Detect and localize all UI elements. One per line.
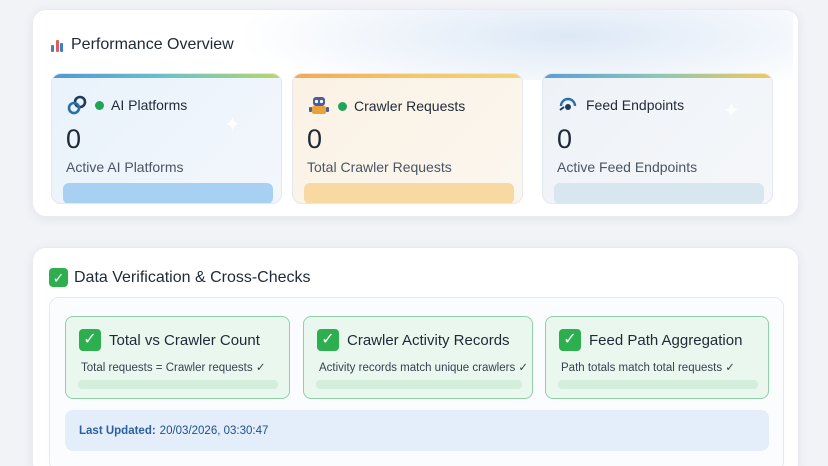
card-progress-bar <box>554 183 764 203</box>
card-title: AI Platforms <box>111 97 188 113</box>
stat-card-crawler-requests: Crawler Requests 0 Total Crawler Request… <box>292 73 523 204</box>
robot-icon <box>309 97 329 114</box>
check-description: Activity records match unique crawlers ✓ <box>319 362 529 374</box>
data-verification-label: Data Verification & Cross-Checks <box>74 268 311 286</box>
check-progress-bar <box>316 380 522 389</box>
card-progress-bar <box>304 183 514 203</box>
check-icon: ✓ <box>49 268 68 287</box>
check-icon: ✓ <box>559 329 581 351</box>
last-updated-label: Last Updated: <box>79 424 156 437</box>
check-icon: ✓ <box>79 329 101 351</box>
last-updated-value: 20/03/2026, 03:30:47 <box>159 424 269 437</box>
performance-overview-title: Performance Overview <box>51 36 234 54</box>
check-title: Total vs Crawler Count <box>109 331 260 349</box>
sparkle-decoration: ✦ <box>224 114 241 136</box>
sparkle-decoration: ✦ <box>723 100 740 122</box>
card-title: Feed Endpoints <box>586 97 685 113</box>
card-subtitle: Active Feed Endpoints <box>557 159 698 175</box>
check-description: Path totals match total requests ✓ <box>561 362 735 374</box>
card-value: 0 <box>307 124 323 154</box>
check-icon: ✓ <box>317 329 339 351</box>
check-card-feed-path: ✓ Feed Path Aggregation Path totals matc… <box>545 316 769 399</box>
card-value: 0 <box>557 124 573 154</box>
card-subtitle: Total Crawler Requests <box>307 159 452 175</box>
stat-card-ai-platforms: ✦ AI Platforms 0 Active AI Platforms <box>51 73 282 204</box>
data-verification-title: ✓ Data Verification & Cross-Checks <box>49 268 311 287</box>
check-progress-bar <box>78 380 278 389</box>
performance-overview-panel: Performance Overview ✦ AI Platforms 0 Ac… <box>32 9 799 217</box>
feed-icon <box>559 97 577 111</box>
check-card-crawler-activity: ✓ Crawler Activity Records Activity reco… <box>303 316 533 399</box>
data-verification-panel: ✓ Data Verification & Cross-Checks ✓ Tot… <box>32 247 799 466</box>
stat-card-feed-endpoints: ✦ Feed Endpoints 0 Active Feed Endpoints <box>542 73 773 204</box>
card-progress-bar <box>63 183 273 203</box>
bar-chart-icon <box>51 38 65 52</box>
check-card-total-vs-crawler: ✓ Total vs Crawler Count Total requests … <box>65 316 290 399</box>
check-description: Total requests = Crawler requests ✓ <box>81 362 266 374</box>
card-title: Crawler Requests <box>354 98 466 114</box>
header-wave-decoration <box>233 10 793 80</box>
check-title: Feed Path Aggregation <box>589 331 743 349</box>
status-dot <box>95 100 104 110</box>
performance-overview-label: Performance Overview <box>71 36 234 53</box>
card-value: 0 <box>66 124 82 154</box>
status-dot <box>338 101 347 111</box>
check-progress-bar <box>558 380 758 389</box>
last-updated-bar: Last Updated: 20/03/2026, 03:30:47 <box>65 410 769 451</box>
card-subtitle: Active AI Platforms <box>66 159 184 175</box>
check-title: Crawler Activity Records <box>347 331 510 349</box>
link-icon <box>67 95 87 115</box>
verification-container: ✓ Total vs Crawler Count Total requests … <box>49 297 784 466</box>
